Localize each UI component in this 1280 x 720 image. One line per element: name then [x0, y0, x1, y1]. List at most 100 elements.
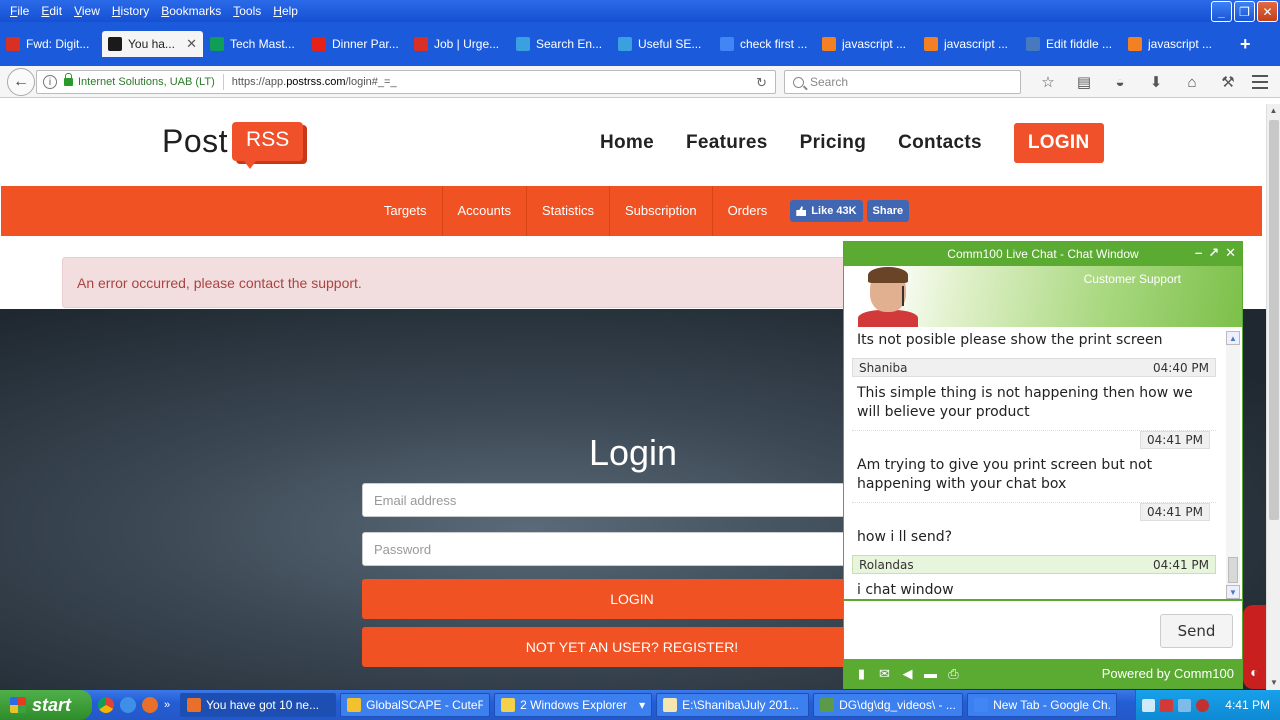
site-identity[interactable]: Internet Solutions, UAB (LT): [78, 76, 215, 88]
firefox-icon[interactable]: [142, 697, 158, 713]
scroll-up-arrow-icon[interactable]: ▲: [1267, 104, 1280, 118]
nav-login-button[interactable]: LOGIN: [1013, 123, 1104, 163]
menu-help[interactable]: Help: [267, 4, 304, 18]
menu-bar: File Edit View History Bookmarks Tools Help: [0, 0, 304, 22]
download-icon[interactable]: ⬇: [1138, 73, 1174, 91]
browser-tab[interactable]: check first ...: [714, 32, 815, 56]
tray-arrow-icon[interactable]: [1142, 698, 1155, 712]
security-shield-icon[interactable]: [1196, 698, 1209, 712]
login-button[interactable]: LOGIN: [362, 579, 902, 619]
chat-scroll-up-icon[interactable]: ▲: [1226, 331, 1240, 345]
menu-tools[interactable]: Tools: [227, 4, 267, 18]
tools-icon[interactable]: ⚒: [1210, 73, 1246, 91]
chrome-icon[interactable]: [98, 697, 114, 713]
taskbar-item[interactable]: E:\Shaniba\July 201...: [656, 693, 810, 717]
back-button[interactable]: ←: [7, 67, 35, 96]
taskbar-item[interactable]: You have got 10 ne...: [180, 693, 337, 717]
register-button[interactable]: NOT YET AN USER? REGISTER!: [362, 627, 902, 667]
browser-tab[interactable]: Search En...: [510, 32, 611, 56]
sound-icon[interactable]: ◀: [896, 666, 919, 682]
tab-active[interactable]: You ha... ✕: [102, 31, 203, 57]
antivirus-icon[interactable]: [1160, 698, 1173, 712]
quick-launch-expand-icon[interactable]: »: [164, 699, 170, 711]
browser-tab[interactable]: Dinner Par...: [306, 32, 407, 56]
chat-send-button[interactable]: Send: [1160, 614, 1233, 648]
page-scrollbar[interactable]: ▲ ▼: [1266, 104, 1280, 690]
nav-contacts[interactable]: Contacts: [898, 132, 982, 154]
menu-bookmarks[interactable]: Bookmarks: [155, 4, 227, 18]
network-icon[interactable]: [1178, 698, 1191, 712]
subnav-targets[interactable]: Targets: [384, 186, 443, 236]
browser-tab[interactable]: javascript ...: [1122, 32, 1223, 56]
browser-tab[interactable]: javascript ...: [918, 32, 1019, 56]
taskbar-item[interactable]: DG\dg\dg_videos\ - ...: [813, 693, 964, 717]
address-bar[interactable]: i Internet Solutions, UAB (LT) https://a…: [36, 70, 776, 94]
minimize-window-button[interactable]: _: [1211, 1, 1232, 22]
home-icon[interactable]: ⌂: [1174, 74, 1210, 91]
taskbar-item[interactable]: GlobalSCAPE - CuteF...: [340, 693, 491, 717]
tab-bar: Fwd: Digit... You ha... ✕ Tech Mast... Dinne…: [0, 22, 1280, 66]
chat-popout-icon[interactable]: ↗: [1208, 245, 1219, 261]
site-header: Post RSS Home Features Pricing Contacts …: [0, 104, 1266, 186]
nav-features[interactable]: Features: [686, 132, 768, 154]
keyboard-icon[interactable]: ▬: [919, 666, 942, 681]
powered-by-label[interactable]: Powered by Comm100: [1102, 666, 1236, 681]
taskbar-item[interactable]: New Tab - Google Ch...: [967, 693, 1118, 717]
chat-input-area[interactable]: Send: [844, 599, 1242, 659]
subnav-orders[interactable]: Orders: [713, 186, 783, 236]
search-bar[interactable]: Search: [784, 70, 1021, 94]
tab-title: Job | Urge...: [434, 37, 500, 51]
chat-scrollbar[interactable]: ▲ ▼: [1226, 331, 1240, 599]
secure-badge[interactable]: ◐: [1243, 605, 1266, 689]
browser-tab[interactable]: Useful SE...: [612, 32, 713, 56]
menu-icon[interactable]: [1252, 75, 1268, 89]
chat-scroll-down-icon[interactable]: ▼: [1226, 585, 1240, 599]
browser-tab[interactable]: Fwd: Digit...: [0, 32, 101, 56]
chat-minimize-icon[interactable]: –: [1195, 245, 1202, 261]
tab-close-icon[interactable]: ✕: [186, 36, 197, 52]
url-text[interactable]: https://app.postrss.com/login#_=_: [232, 76, 397, 88]
menu-file[interactable]: File: [4, 4, 35, 18]
internet-explorer-icon[interactable]: [120, 697, 136, 713]
nav-home[interactable]: Home: [600, 132, 654, 154]
nav-pricing[interactable]: Pricing: [800, 132, 867, 154]
facebook-share-button[interactable]: Share: [866, 200, 910, 222]
chat-message: Its not posible please show the print sc…: [857, 332, 1163, 348]
postrss-logo[interactable]: Post RSS: [162, 122, 304, 169]
email-transcript-icon[interactable]: ✉: [873, 666, 896, 682]
browser-tab[interactable]: Job | Urge...: [408, 32, 509, 56]
bookmark-star-icon[interactable]: ☆: [1030, 73, 1066, 91]
browser-tab[interactable]: Tech Mast...: [204, 32, 305, 56]
start-button[interactable]: start: [0, 690, 92, 720]
attach-file-icon[interactable]: ▮: [850, 666, 873, 682]
menu-view[interactable]: View: [68, 4, 106, 18]
chat-close-icon[interactable]: ✕: [1225, 245, 1236, 261]
print-icon[interactable]: ⎙: [942, 666, 965, 682]
facebook-like-button[interactable]: Like 43K: [790, 200, 863, 222]
close-window-button[interactable]: ✕: [1257, 1, 1278, 22]
subnav-accounts[interactable]: Accounts: [443, 186, 527, 236]
password-field[interactable]: [362, 532, 902, 566]
subnav-statistics[interactable]: Statistics: [527, 186, 611, 236]
scroll-down-arrow-icon[interactable]: ▼: [1267, 676, 1280, 690]
new-tab-button[interactable]: +: [1230, 32, 1261, 66]
subnav-subscription[interactable]: Subscription: [610, 186, 713, 236]
navigation-toolbar: ← i Internet Solutions, UAB (LT) https:/…: [0, 66, 1280, 98]
tab-title: Dinner Par...: [332, 37, 399, 51]
info-icon[interactable]: i: [43, 75, 57, 89]
page-scrollbar-thumb[interactable]: [1269, 120, 1279, 520]
clock[interactable]: 4:41 PM: [1225, 698, 1280, 712]
chat-header[interactable]: Comm100 Live Chat - Chat Window – ↗ ✕: [844, 242, 1242, 266]
reload-icon[interactable]: ↻: [756, 75, 767, 91]
browser-tab[interactable]: Edit fiddle ...: [1020, 32, 1121, 56]
pocket-icon[interactable]: ◒: [1102, 74, 1138, 91]
search-placeholder: Search: [810, 75, 849, 89]
email-field[interactable]: [362, 483, 902, 517]
chat-scrollbar-thumb[interactable]: [1228, 557, 1238, 583]
browser-tab[interactable]: javascript ...: [816, 32, 917, 56]
reading-list-icon[interactable]: ▤: [1066, 73, 1102, 91]
maximize-window-button[interactable]: ❐: [1234, 1, 1255, 22]
menu-edit[interactable]: Edit: [35, 4, 68, 18]
taskbar-item[interactable]: 2 Windows Explorer ▾: [494, 693, 653, 717]
menu-history[interactable]: History: [106, 4, 155, 18]
